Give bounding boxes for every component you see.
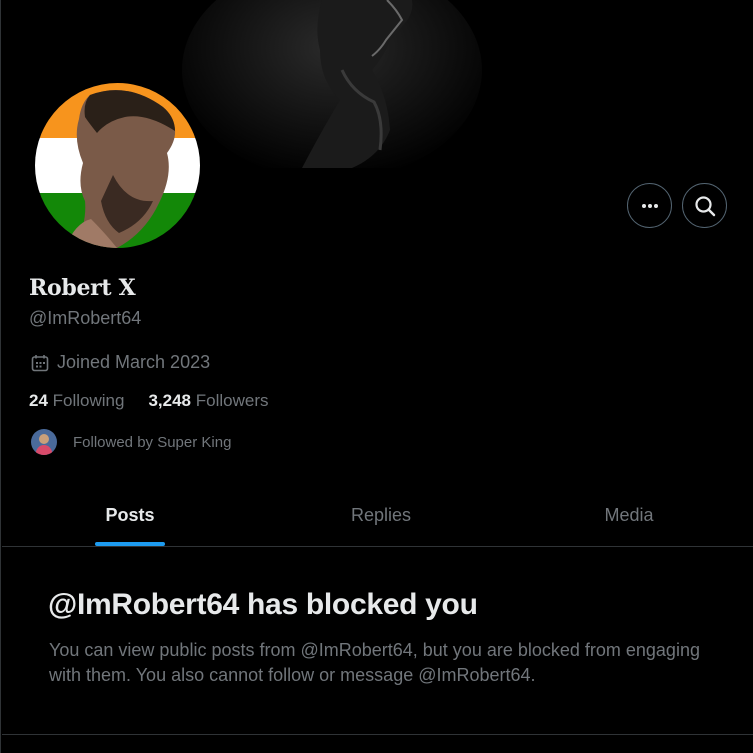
following-link[interactable]: 24 Following (29, 391, 124, 411)
tab-replies[interactable]: Replies (258, 485, 504, 546)
follower-avatar (31, 429, 57, 455)
profile-page: Robert X @ImRobert64 Joined March 2023 2… (0, 0, 753, 753)
tab-label: Posts (105, 505, 155, 525)
more-horizontal-icon (641, 203, 658, 208)
blocked-message: You can view public posts from @ImRobert… (49, 640, 700, 685)
followers-label: Followers (195, 391, 269, 410)
tab-label: Media (604, 505, 654, 525)
joined-date: Joined March 2023 (31, 352, 210, 373)
tab-label: Replies (350, 505, 412, 525)
followers-count: 3,248 (148, 391, 192, 410)
joined-text: Joined March 2023 (57, 352, 211, 372)
profile-handle: @ImRobert64 (29, 308, 142, 328)
following-count: 24 (29, 391, 48, 410)
tab-media[interactable]: Media (504, 485, 753, 546)
active-tab-indicator (95, 542, 165, 546)
search-button[interactable] (682, 183, 727, 228)
followed-by-text: Followed by Super King (73, 433, 232, 451)
more-options-button[interactable] (627, 183, 672, 228)
profile-tabs: Posts Replies Media (2, 485, 753, 547)
followed-by[interactable]: Followed by Super King (31, 429, 231, 455)
following-label: Following (52, 391, 125, 410)
followers-link[interactable]: 3,248 Followers (148, 391, 268, 411)
display-name: Robert X (29, 275, 136, 301)
tab-posts[interactable]: Posts (2, 485, 258, 546)
follow-stats: 24 Following 3,248 Followers (29, 391, 269, 411)
profile-avatar[interactable] (32, 80, 203, 251)
search-icon (694, 195, 715, 216)
divider (2, 734, 753, 735)
calendar-icon (31, 354, 49, 371)
blocked-title: @ImRobert64 has blocked you (48, 588, 478, 621)
